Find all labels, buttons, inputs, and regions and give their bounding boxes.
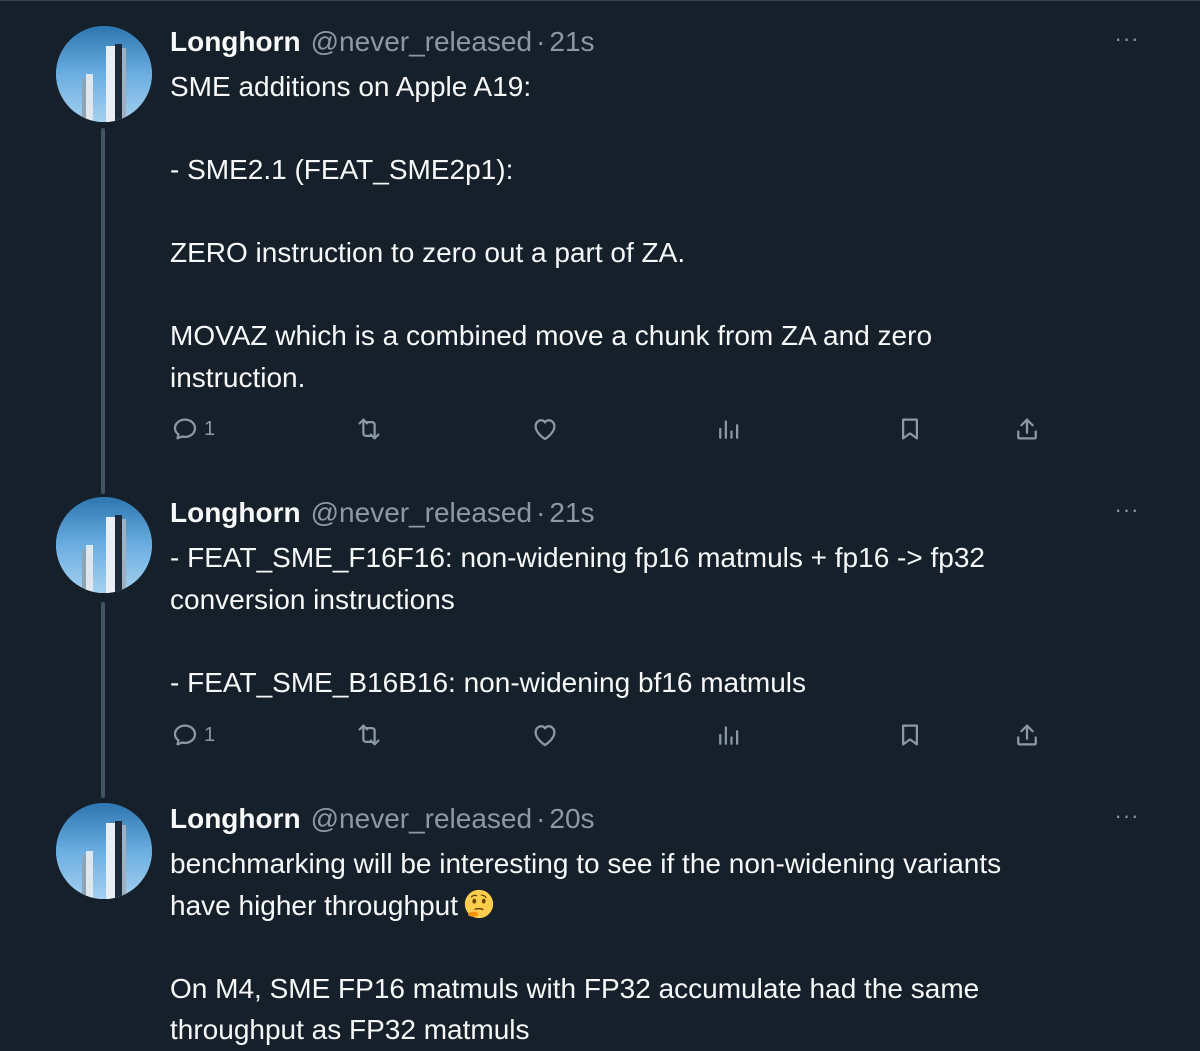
more-options-icon[interactable]: ··· bbox=[1112, 805, 1142, 827]
avatar-image bbox=[56, 26, 152, 122]
like-icon bbox=[534, 725, 556, 747]
avatar-image bbox=[56, 497, 152, 593]
views-icon bbox=[719, 420, 739, 439]
views-button[interactable] bbox=[714, 412, 744, 446]
display-name[interactable]: Longhorn bbox=[170, 803, 301, 834]
avatar[interactable] bbox=[56, 803, 152, 899]
reply-count: 1 bbox=[204, 417, 216, 440]
bookmark-icon bbox=[902, 724, 918, 746]
tweet-text: SME additions on Apple A19: - SME2.1 (FE… bbox=[170, 66, 1070, 398]
retweet-icon bbox=[358, 724, 380, 746]
reply-count: 1 bbox=[204, 723, 216, 746]
bookmark-button[interactable] bbox=[895, 412, 925, 446]
tweet-actions: 1 bbox=[170, 718, 1050, 752]
share-icon bbox=[1017, 418, 1037, 440]
like-button[interactable] bbox=[530, 412, 560, 446]
tweet-text-line: MOVAZ which is a combined move a chunk f… bbox=[170, 320, 933, 351]
like-button[interactable] bbox=[530, 718, 560, 752]
tweet-text-line: have higher throughput bbox=[170, 885, 1070, 927]
retweet-button[interactable] bbox=[354, 412, 384, 446]
tweet-actions: 1 bbox=[170, 412, 1050, 446]
top-divider bbox=[0, 0, 1200, 1]
tweet-text-line: conversion instructions bbox=[170, 583, 455, 615]
tweet-text-line: throughput as FP32 matmuls bbox=[170, 1014, 530, 1045]
share-button[interactable] bbox=[1012, 718, 1042, 752]
reply-icon bbox=[173, 418, 197, 440]
separator-dot: · bbox=[536, 803, 546, 834]
avatar[interactable] bbox=[56, 26, 152, 122]
retweet-button[interactable] bbox=[354, 718, 384, 752]
timestamp[interactable]: 20s bbox=[549, 803, 594, 834]
bookmark-icon bbox=[902, 418, 918, 440]
tweet[interactable]: Longhorn @never_released · 20s ··· benchmar… bbox=[0, 803, 1200, 1045]
avatar[interactable] bbox=[56, 497, 152, 593]
tweet-text-line: - FEAT_SME_F16F16: non-widening fp16 mat… bbox=[170, 542, 986, 573]
bookmark-button[interactable] bbox=[895, 718, 925, 752]
tweet-text-line: - SME2.1 (FEAT_SME2p1): bbox=[170, 154, 514, 185]
timestamp[interactable]: 21s bbox=[549, 497, 594, 528]
like-icon bbox=[534, 419, 556, 441]
tweet-text-line: ZERO instruction to zero out a part of Z… bbox=[170, 237, 686, 268]
tweet-header: Longhorn @never_released · 20s bbox=[170, 803, 595, 835]
tweet-text-line: SME additions on Apple A19: bbox=[170, 71, 532, 102]
timestamp[interactable]: 21s bbox=[549, 26, 594, 57]
user-handle[interactable]: @never_released bbox=[311, 26, 532, 57]
avatar-image bbox=[56, 803, 152, 899]
more-options-icon[interactable]: ··· bbox=[1112, 499, 1142, 521]
display-name[interactable]: Longhorn bbox=[170, 26, 301, 57]
tweet-header: Longhorn @never_released · 21s bbox=[170, 497, 595, 529]
tweet-text-line: benchmarking will be interesting to see … bbox=[170, 848, 1002, 879]
tweet-text-line: - FEAT_SME_B16B16: non-widening bf16 mat… bbox=[170, 666, 807, 698]
reply-button[interactable]: 1 bbox=[170, 718, 215, 752]
tweet-text: - FEAT_SME_F16F16: non-widening fp16 mat… bbox=[170, 537, 1070, 703]
reply-icon bbox=[173, 724, 197, 746]
tweet-text: benchmarking will be interesting to see … bbox=[170, 843, 1070, 1051]
user-handle[interactable]: @never_released bbox=[311, 497, 532, 528]
reply-button[interactable]: 1 bbox=[170, 412, 215, 446]
retweet-icon bbox=[358, 418, 380, 440]
tweet[interactable]: Longhorn @never_released · 21s ··· SME addi… bbox=[0, 26, 1200, 466]
tweet[interactable]: Longhorn @never_released · 21s ··· - FEAT_S… bbox=[0, 497, 1200, 767]
more-options-icon[interactable]: ··· bbox=[1112, 28, 1142, 50]
views-button[interactable] bbox=[714, 718, 744, 752]
display-name[interactable]: Longhorn bbox=[170, 497, 301, 528]
share-button[interactable] bbox=[1012, 412, 1042, 446]
separator-dot: · bbox=[536, 497, 546, 528]
tweet-header: Longhorn @never_released · 21s bbox=[170, 26, 595, 58]
views-icon bbox=[719, 726, 739, 745]
separator-dot: · bbox=[536, 26, 546, 57]
tweet-text-line: On M4, SME FP16 matmuls with FP32 accumu… bbox=[170, 972, 980, 1004]
tweet-text-line: instruction. bbox=[170, 361, 306, 393]
tweet-text-fragment: have higher throughput bbox=[170, 889, 458, 921]
user-handle[interactable]: @never_released bbox=[311, 803, 532, 834]
share-icon bbox=[1017, 724, 1037, 746]
thinking-face-emoji bbox=[464, 889, 494, 918]
